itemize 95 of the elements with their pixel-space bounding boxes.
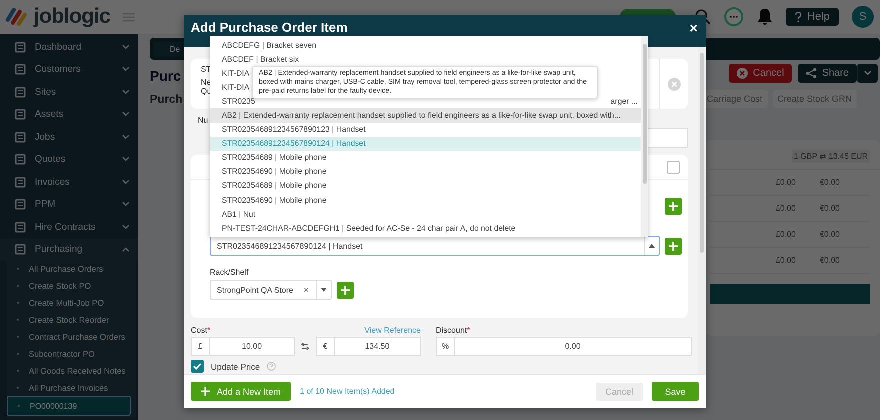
chevron-down-icon — [122, 44, 130, 50]
save-button[interactable]: Save — [652, 382, 699, 401]
plus-icon — [341, 286, 350, 294]
submenu-item[interactable]: Create Multi-Job PO — [7, 294, 131, 312]
caret-down-icon — [321, 288, 327, 292]
modal-title: Add Purchase Order Item — [191, 20, 348, 35]
plus-icon — [669, 202, 678, 211]
chevron-down-icon — [122, 134, 130, 140]
amount-text: €0.00 — [820, 256, 840, 265]
checkbox[interactable] — [667, 160, 680, 174]
amount-text: €0.00 — [820, 178, 840, 187]
menu-item-icon — [15, 132, 26, 143]
amount-text: £0.00 — [776, 256, 796, 265]
cancel-button[interactable]: Cancel — [729, 64, 792, 83]
sidebar-item[interactable]: Quotes — [0, 148, 138, 171]
sidebar-item[interactable]: Invoices — [0, 171, 138, 194]
plus-icon — [669, 242, 678, 250]
swap-icon — [301, 343, 310, 350]
close-circle-icon — [737, 68, 748, 79]
submenu-item[interactable]: Create Stock PO — [7, 278, 131, 295]
view-reference-link[interactable]: View Reference — [364, 326, 421, 335]
chevron-down-icon — [122, 224, 130, 230]
submenu-item[interactable]: Create Stock Reorder — [7, 312, 131, 329]
question-icon — [795, 12, 802, 22]
amount-text: £0.00 — [776, 204, 796, 213]
chevron-down-icon — [864, 71, 872, 76]
sidebar-item[interactable]: PPM — [0, 194, 138, 216]
add-item-button[interactable]: Add a New Item — [191, 382, 292, 401]
sidebar-item[interactable]: Customers — [0, 58, 138, 81]
sidebar-item[interactable]: Hire Contracts — [0, 216, 138, 238]
close-button[interactable]: × — [690, 20, 698, 36]
caret-up-icon — [649, 244, 655, 248]
chevron-down-icon — [122, 112, 130, 118]
add-button[interactable] — [665, 238, 682, 254]
submenu-item[interactable]: All Goods Received Notes — [7, 362, 131, 380]
submenu-item[interactable]: Contract Purchase Orders — [7, 328, 131, 346]
checkbox[interactable] — [191, 360, 204, 373]
field-label: Nu — [198, 116, 208, 125]
share-icon — [806, 68, 818, 79]
menu-item-icon — [15, 154, 26, 166]
menu-item-icon — [15, 64, 26, 76]
page-subtitle: Purch — [150, 94, 183, 106]
sidebar-item[interactable]: Assets — [0, 104, 138, 126]
amount-text: £0.00 — [776, 230, 796, 239]
checkmark-icon — [193, 363, 202, 370]
converted-cost-field[interactable]: € 134.50 — [316, 337, 421, 356]
user-avatar[interactable]: S — [852, 6, 874, 28]
clear-button[interactable]: × — [296, 285, 316, 295]
field-label: Cost* — [191, 326, 211, 335]
sidebar-item[interactable]: Dashboard — [0, 36, 138, 58]
menu-item-icon — [15, 176, 26, 188]
menu-item-icon — [15, 199, 26, 210]
chevron-down-icon — [122, 202, 130, 208]
add-button[interactable] — [665, 198, 682, 215]
exchange-rate: 1 GBP ⇄ 13.45 EUR — [792, 150, 870, 163]
bell-icon[interactable] — [757, 8, 774, 26]
chevron-down-icon — [122, 90, 130, 95]
sidebar-item[interactable]: Sites — [0, 81, 138, 104]
dropdown-toggle[interactable] — [857, 64, 878, 83]
chat-icon[interactable] — [724, 7, 744, 27]
chevron-up-icon — [122, 247, 130, 252]
submenu-item[interactable]: PO00000139 — [7, 396, 131, 416]
menu-item-icon — [15, 109, 26, 120]
page-title: Purc — [150, 68, 182, 84]
field-label: Rack/Shelf — [210, 268, 250, 277]
submenu-item[interactable]: Subcontractor PO — [7, 345, 131, 362]
sidebar-item[interactable]: Purchasing — [0, 238, 138, 261]
amount-text: £0.00 — [776, 178, 796, 187]
chevron-down-icon — [122, 157, 130, 162]
amount-text: €0.00 — [820, 204, 840, 213]
discount-field[interactable]: % 0.00 — [436, 337, 692, 356]
menu-item-icon — [15, 244, 26, 256]
checkbox-label: Update Price — [211, 362, 260, 372]
field-label: ST — [201, 65, 212, 74]
menu-item-icon — [15, 42, 26, 53]
amount-text: €0.00 — [820, 230, 840, 239]
menu-item-icon — [15, 222, 26, 233]
share-button[interactable]: Share — [798, 64, 857, 83]
rack-select[interactable]: StrongPoint QA Store × — [210, 280, 332, 300]
logo-icon — [4, 6, 30, 28]
help-icon — [267, 362, 276, 371]
submenu-item[interactable]: All Purchase Invoices — [7, 379, 131, 396]
submenu-item[interactable]: All Purchase Orders — [7, 261, 131, 278]
chevron-down-icon — [122, 180, 130, 185]
items-added-link[interactable]: 1 of 10 New Item(s) Added — [300, 387, 395, 396]
plus-icon — [201, 387, 210, 396]
logo-text: joblogic — [34, 5, 110, 29]
cost-field[interactable]: £ 10.00 — [191, 337, 296, 356]
field-label: Discount* — [436, 326, 470, 335]
item-select[interactable]: STR023546891234567890124 | Handset — [210, 236, 660, 256]
sidebar-item[interactable]: Jobs — [0, 126, 138, 148]
chevron-down-icon — [122, 67, 130, 72]
help-button[interactable]: Help — [786, 8, 839, 26]
menu-item-icon — [15, 86, 26, 98]
add-button[interactable] — [337, 282, 354, 298]
